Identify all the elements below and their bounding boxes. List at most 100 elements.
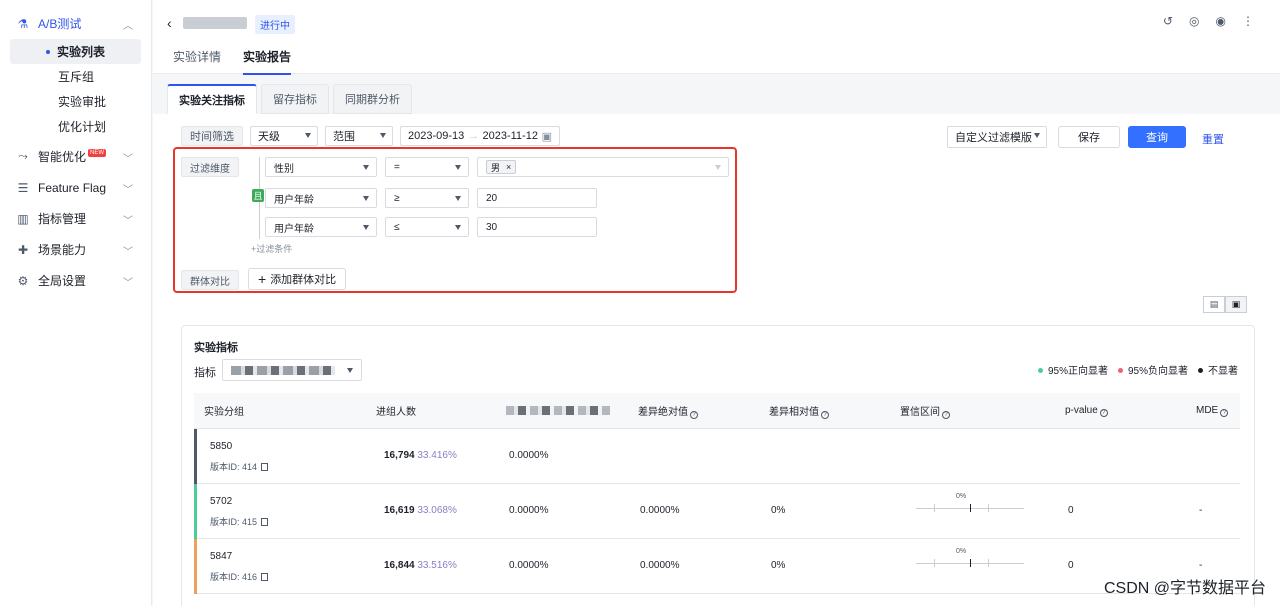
field-value: 用户年龄 (274, 223, 314, 235)
filter-template-select[interactable]: 自定义过滤模版 (947, 126, 1047, 148)
caret-down-icon (347, 368, 353, 373)
add-group-label: 添加群体对比 (270, 274, 337, 286)
nav-smart-optimize[interactable]: ⤳ 智能优化 NEW ﹀ (0, 141, 151, 172)
field-value: 性别 (274, 163, 294, 175)
content-area: 实验关注指标 留存指标 同期群分析 (167, 84, 1267, 114)
ci-zero-marker (970, 559, 971, 567)
chevron-down-icon[interactable]: ﹀ (123, 150, 133, 165)
filter-dimension-label: 过滤维度 (181, 157, 239, 177)
help-icon[interactable]: ? (1099, 408, 1108, 417)
save-button[interactable]: 保存 (1058, 126, 1120, 148)
flag-list-icon: ☰ (17, 180, 29, 195)
diff-rel: 0% (771, 505, 786, 516)
source-watermark: CSDN @字节数据平台 (1103, 580, 1266, 597)
branch-icon: ⤳ (18, 149, 28, 163)
nav-sub-experiment-list[interactable]: 实验列表 (10, 39, 141, 64)
condition-field-select[interactable]: 性别 (265, 157, 377, 177)
caret-down-icon (715, 165, 721, 170)
nav-sub-label: 实验审批 (58, 95, 107, 109)
header-tabs: 实验详情 实验报告 (173, 48, 292, 75)
users-count: 16,844 33.516% (384, 560, 457, 571)
condition-value-select[interactable]: 男 × (477, 157, 729, 177)
significance-legend: 95%正向显著 95%负向显著 不显著 (1037, 362, 1238, 377)
condition-operator-select[interactable]: ≤ (385, 217, 469, 237)
metric-select[interactable] (222, 359, 362, 381)
tab-retention-metrics[interactable]: 留存指标 (261, 84, 329, 114)
copy-icon[interactable] (261, 518, 269, 526)
nav-metrics[interactable]: ▥ 指标管理 ﹀ (0, 203, 151, 234)
condition-value-input[interactable]: 20 (477, 188, 597, 208)
nav-settings[interactable]: ⚙ 全局设置 ﹀ (0, 265, 151, 296)
version-label: 版本ID: 415 (210, 517, 258, 527)
users-count: 16,794 33.416% (384, 450, 457, 461)
ci-zero-marker (970, 504, 971, 512)
help-icon[interactable]: ? (942, 410, 950, 419)
chevron-up-icon[interactable]: ︿ (123, 17, 133, 32)
nav-feature-flag[interactable]: ☰ Feature Flag ﹀ (0, 172, 151, 203)
help-icon[interactable]: ? (690, 410, 698, 419)
group-color-bar (194, 484, 197, 539)
puzzle-icon: ✚ (17, 242, 29, 257)
experiment-title-redacted (183, 17, 247, 29)
close-icon[interactable]: × (506, 162, 511, 172)
nav-ab-test[interactable]: ⚗ A/B测试 ︿ (0, 8, 151, 39)
users-value: 16,844 (384, 560, 415, 571)
condition-field-select[interactable]: 用户年龄 (265, 217, 377, 237)
tab-focus-metrics[interactable]: 实验关注指标 (167, 84, 257, 114)
granularity-value: 天级 (258, 131, 280, 143)
chevron-down-icon[interactable]: ﹀ (123, 212, 133, 227)
history-icon[interactable]: ↺ (1163, 14, 1173, 28)
target-icon[interactable]: ◎ (1189, 14, 1199, 28)
tab-experiment-details[interactable]: 实验详情 (173, 48, 221, 75)
copy-icon[interactable] (261, 573, 269, 581)
nav-label: 智能优化 (38, 150, 87, 164)
chevron-down-icon[interactable]: ﹀ (123, 181, 133, 196)
query-button[interactable]: 查询 (1128, 126, 1186, 148)
table-row: 5847 版本ID: 416 16,844 33.516% 0.0000% 0.… (194, 539, 1240, 594)
chevron-down-icon[interactable]: ﹀ (123, 274, 133, 289)
copy-icon[interactable] (261, 463, 269, 471)
nav-scenario[interactable]: ✚ 场景能力 ﹀ (0, 234, 151, 265)
col-label: 差异绝对值 (638, 406, 688, 418)
add-group-compare-button[interactable]: + 添加群体对比 (248, 268, 347, 290)
input-value: 20 (486, 192, 498, 204)
metric-value: 0.0000% (509, 450, 549, 461)
new-badge: NEW (88, 148, 107, 157)
condition-field-select[interactable]: 用户年龄 (265, 188, 377, 208)
legend-label: 95%负向显著 (1127, 366, 1188, 377)
more-icon[interactable]: ⋮ (1242, 14, 1254, 28)
condition-value-input[interactable]: 30 (477, 217, 597, 237)
nav-sub-approval[interactable]: 实验审批 (10, 89, 141, 114)
granularity-select[interactable]: 天级 (250, 126, 318, 146)
legend-label: 不显著 (1208, 366, 1238, 377)
metric-label: 指标 (194, 367, 216, 379)
view-toggle: ▤ ▣ (1203, 296, 1247, 313)
date-range-picker[interactable]: 2023-09-13 → 2023-11-12 ▣ (400, 126, 560, 146)
sidebar: ⚗ A/B测试 ︿ 实验列表 互斥组 实验审批 优化计划 ⤳ 智能优化 NEW … (0, 0, 152, 606)
chevron-down-icon[interactable]: ﹀ (123, 243, 133, 258)
table-row: 5850 版本ID: 414 16,794 33.416% 0.0000% (194, 429, 1240, 484)
nav-sub-optimization-plan[interactable]: 优化计划 (10, 114, 141, 139)
help-icon[interactable]: ? (821, 410, 829, 419)
version-id: 版本ID: 414 (210, 460, 269, 473)
legend-dot (1117, 368, 1123, 373)
tab-cohort-analysis[interactable]: 同期群分析 (333, 84, 412, 114)
tab-experiment-report[interactable]: 实验报告 (243, 48, 292, 75)
chart-view-icon[interactable]: ▤ (1203, 296, 1225, 313)
back-arrow-icon[interactable]: ‹ (167, 15, 172, 31)
record-icon[interactable]: ◉ (1216, 14, 1226, 28)
version-label: 版本ID: 414 (210, 462, 258, 472)
nav-sub-mutex-group[interactable]: 互斥组 (10, 64, 141, 89)
add-condition-link[interactable]: +过滤条件 (251, 242, 292, 255)
active-dot-icon (46, 49, 50, 54)
table-view-icon[interactable]: ▣ (1225, 296, 1247, 313)
condition-operator-select[interactable]: = (385, 157, 469, 177)
col-label: 差异相对值 (769, 406, 819, 418)
help-icon[interactable]: ? (1220, 408, 1229, 417)
range-select[interactable]: 范围 (325, 126, 393, 146)
reset-link[interactable]: 重置 (1202, 131, 1224, 147)
col-label: p-value (1065, 404, 1098, 416)
and-logic-toggle[interactable]: 且 (252, 189, 264, 202)
condition-operator-select[interactable]: ≥ (385, 188, 469, 208)
ci-label: 0% (956, 548, 967, 555)
